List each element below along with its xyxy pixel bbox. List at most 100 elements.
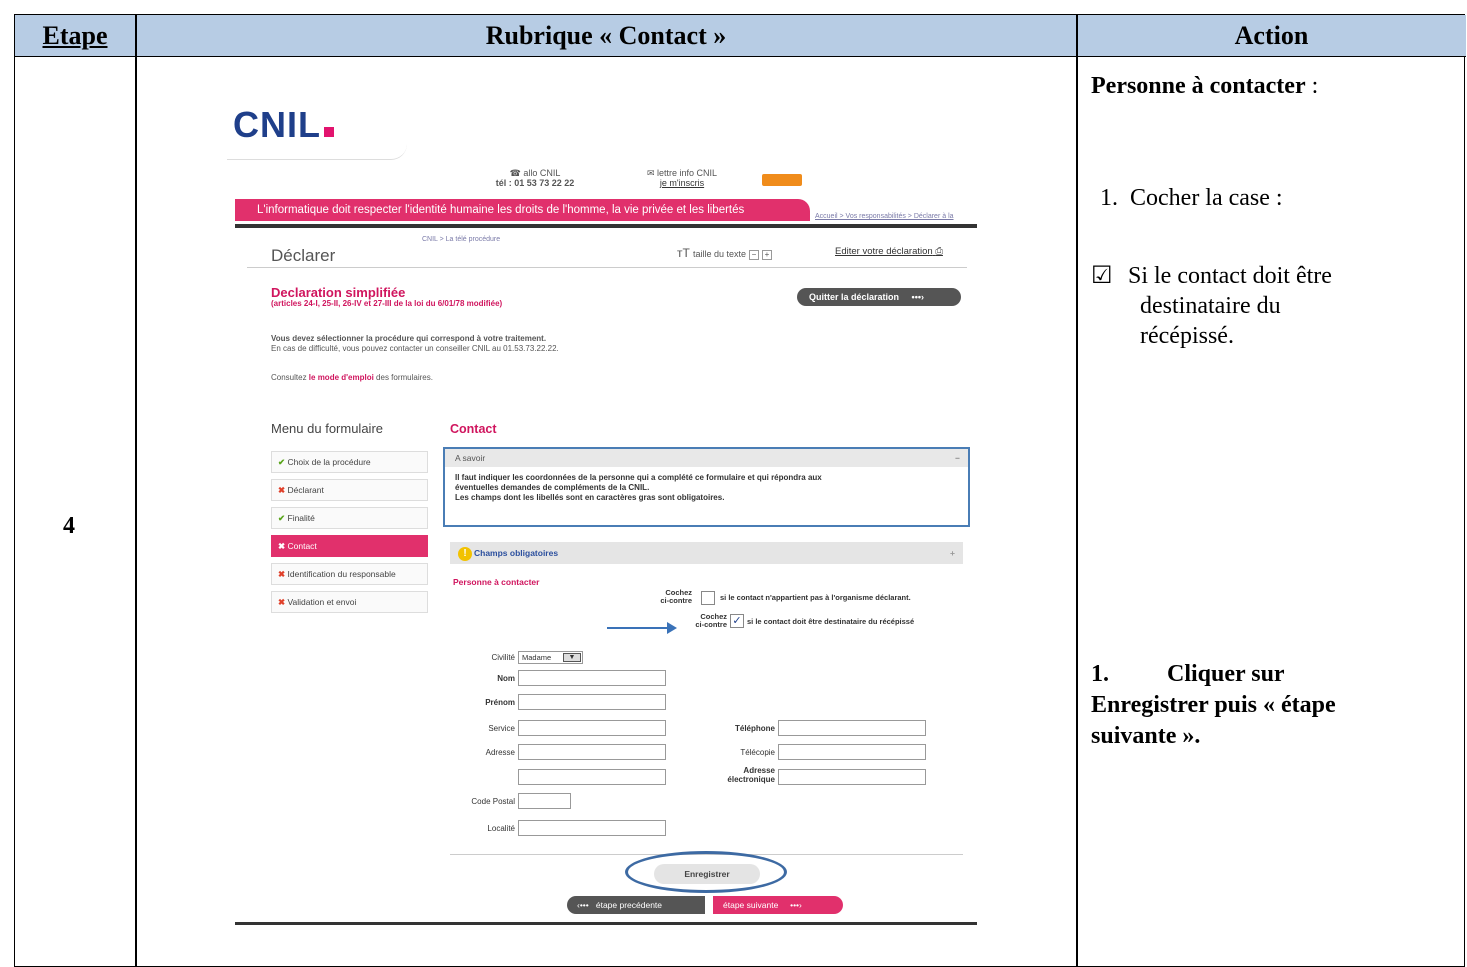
edit-declaration-label: Editer votre déclaration — [835, 246, 933, 257]
civilite-label: Civilité — [491, 653, 515, 662]
cnil-banner: L'informatique doit respecter l'identité… — [235, 199, 810, 221]
civilite-value: Madame — [522, 653, 552, 662]
a-savoir-line: Il faut indiquer les coordonnées de la p… — [455, 473, 822, 482]
text-smaller-button[interactable]: − — [749, 249, 759, 260]
menu-item-contact[interactable]: ✖ Contact — [271, 535, 428, 557]
top-breadcrumb[interactable]: Accueil > Vos responsabilités > Déclarer… — [815, 213, 954, 220]
highlight-ellipse — [625, 851, 787, 893]
action-check-line: récépissé. — [1140, 323, 1234, 349]
page-title: Déclarer — [271, 246, 336, 265]
check-icon: ✔ — [278, 457, 286, 467]
action-item-2-number: 1. — [1091, 661, 1109, 687]
cochez-label-1: Cochez ci-contre — [612, 589, 692, 605]
cochez-text-1: si le contact n'appartient pas à l'organ… — [720, 593, 911, 602]
header-etape-label: Etape — [42, 20, 108, 50]
adresse-label: Adresse — [485, 748, 515, 757]
menu-item-label: Déclarant — [287, 485, 324, 495]
menu-item-identification[interactable]: ✖ Identification du responsable — [271, 563, 428, 585]
newsletter-label: lettre info CNIL — [657, 168, 718, 178]
mode-emploi-link[interactable]: le mode d'emploi — [309, 373, 374, 382]
nom-label: Nom — [497, 674, 515, 683]
prenom-input[interactable] — [518, 694, 666, 710]
text-size-icon: тT — [677, 246, 693, 260]
action-check-line: destinataire du — [1140, 293, 1281, 319]
menu-item-declarant[interactable]: ✖ Déclarant — [271, 479, 428, 501]
previous-step-label: étape precédente — [595, 900, 663, 910]
action-item-1-number: 1. — [1100, 185, 1118, 211]
checkbox-symbol-icon: ☑ — [1091, 263, 1113, 289]
a-savoir-box: A savoir − Il faut indiquer les coordonné… — [443, 447, 970, 527]
text-size-label: taille du texte — [692, 249, 746, 259]
action-item-2: 1. Cliquer sur Enregistrer puis « étape s… — [1091, 659, 1336, 752]
action-item-1-text: Cocher la case : — [1130, 185, 1283, 211]
mail-icon: ✉ — [646, 168, 657, 178]
check-icon: ✔ — [278, 513, 286, 523]
chevron-down-icon: ▼ — [563, 653, 581, 662]
email-input[interactable] — [778, 769, 926, 785]
warning-icon: ! — [458, 546, 472, 561]
personne-a-contacter-label: Personne à contacter — [453, 577, 540, 587]
consult-prefix: Consultez — [271, 373, 309, 382]
adresse-input-2[interactable] — [518, 769, 666, 785]
menu-item-label: Choix de la procédure — [287, 457, 371, 467]
cross-icon: ✖ — [278, 569, 286, 579]
menu-item-label: Identification du responsable — [287, 569, 396, 579]
civilite-select[interactable]: Madame ▼ — [518, 651, 583, 664]
checkbox-not-member[interactable] — [701, 591, 715, 605]
telephone-label: Téléphone — [734, 724, 775, 733]
dots-back-icon: ‹••• — [577, 900, 589, 910]
text-larger-button[interactable]: + — [762, 249, 772, 260]
a-savoir-header[interactable]: A savoir − — [445, 449, 968, 467]
service-input[interactable] — [518, 720, 666, 736]
adresse-input[interactable] — [518, 744, 666, 760]
cnil-form-screenshot: CNIL ☎ allo CNIL tél : 01 53 73 22 22 ✉ l… — [217, 86, 977, 938]
edit-declaration-link[interactable]: Editer votre déclaration ⎙ — [835, 246, 943, 257]
previous-step-button[interactable]: ‹••• étape precédente — [567, 896, 705, 914]
phone-icon: ☎ — [509, 168, 524, 178]
quit-declaration-button[interactable]: Quitter la déclaration •••› — [797, 288, 961, 306]
breadcrumb[interactable]: CNIL > La télé procédure — [422, 236, 500, 243]
action-item-2-line: Enregistrer puis « étape — [1091, 692, 1336, 718]
email-label: Adresse électronique — [687, 766, 775, 784]
section-title: Contact — [450, 422, 497, 436]
newsletter-link[interactable]: je m'inscris — [660, 178, 704, 188]
nom-input[interactable] — [518, 670, 666, 686]
arrow-icon — [607, 622, 677, 634]
collapse-icon[interactable]: − — [955, 449, 960, 467]
action-item-2-line: Cliquer sur — [1167, 661, 1285, 687]
code-postal-input[interactable] — [518, 793, 571, 809]
menu-title: Menu du formulaire — [271, 421, 383, 436]
a-savoir-body: Il faut indiquer les coordonnées de la p… — [445, 467, 968, 509]
action-check-line: Si le contact doit être — [1128, 263, 1332, 289]
cochez-line: ci-contre — [660, 596, 692, 605]
menu-item-finalite[interactable]: ✔ Finalité — [271, 507, 428, 529]
logo-square-icon — [324, 127, 334, 137]
action-title-text: Personne à contacter — [1091, 73, 1306, 99]
header-rubrique: Rubrique « Contact » — [136, 15, 1076, 57]
cross-icon: ✖ — [278, 541, 286, 551]
allo-cnil: ☎ allo CNIL tél : 01 53 73 22 22 — [475, 168, 595, 188]
consult-text: Consultez le mode d'emploi des formulair… — [271, 373, 433, 382]
telephone-input[interactable] — [778, 720, 926, 736]
step-number: 4 — [63, 513, 75, 539]
quit-label: Quitter la déclaration — [809, 292, 900, 302]
print-icon: ⎙ — [935, 246, 943, 257]
menu-item-validation[interactable]: ✖ Validation et envoi — [271, 591, 428, 613]
menu-item-choix[interactable]: ✔ Choix de la procédure — [271, 451, 428, 473]
rss-icon[interactable] — [762, 174, 802, 186]
champs-obligatoires-bar[interactable]: ! Champs obligatoires + — [450, 542, 963, 564]
email-label-line: Adresse — [743, 766, 775, 775]
bottom-band — [235, 922, 977, 925]
expand-icon: + — [950, 548, 955, 558]
newsletter: ✉ lettre info CNIL je m'inscris — [627, 168, 737, 188]
telecopie-input[interactable] — [778, 744, 926, 760]
prenom-label: Prénom — [485, 698, 515, 707]
localite-input[interactable] — [518, 820, 666, 836]
action-check-text: Si le contact doit être destinataire du … — [1128, 261, 1332, 351]
champs-obligatoires-label: Champs obligatoires — [474, 548, 559, 558]
cochez-text-2: si le contact doit être destinataire du … — [747, 617, 915, 626]
action-title-suffix: : — [1305, 73, 1319, 99]
next-step-button[interactable]: étape suivante •••› — [713, 896, 843, 914]
dots-arrow-icon: •••› — [790, 900, 802, 910]
checkbox-recepisse[interactable]: ✓ — [730, 614, 744, 628]
